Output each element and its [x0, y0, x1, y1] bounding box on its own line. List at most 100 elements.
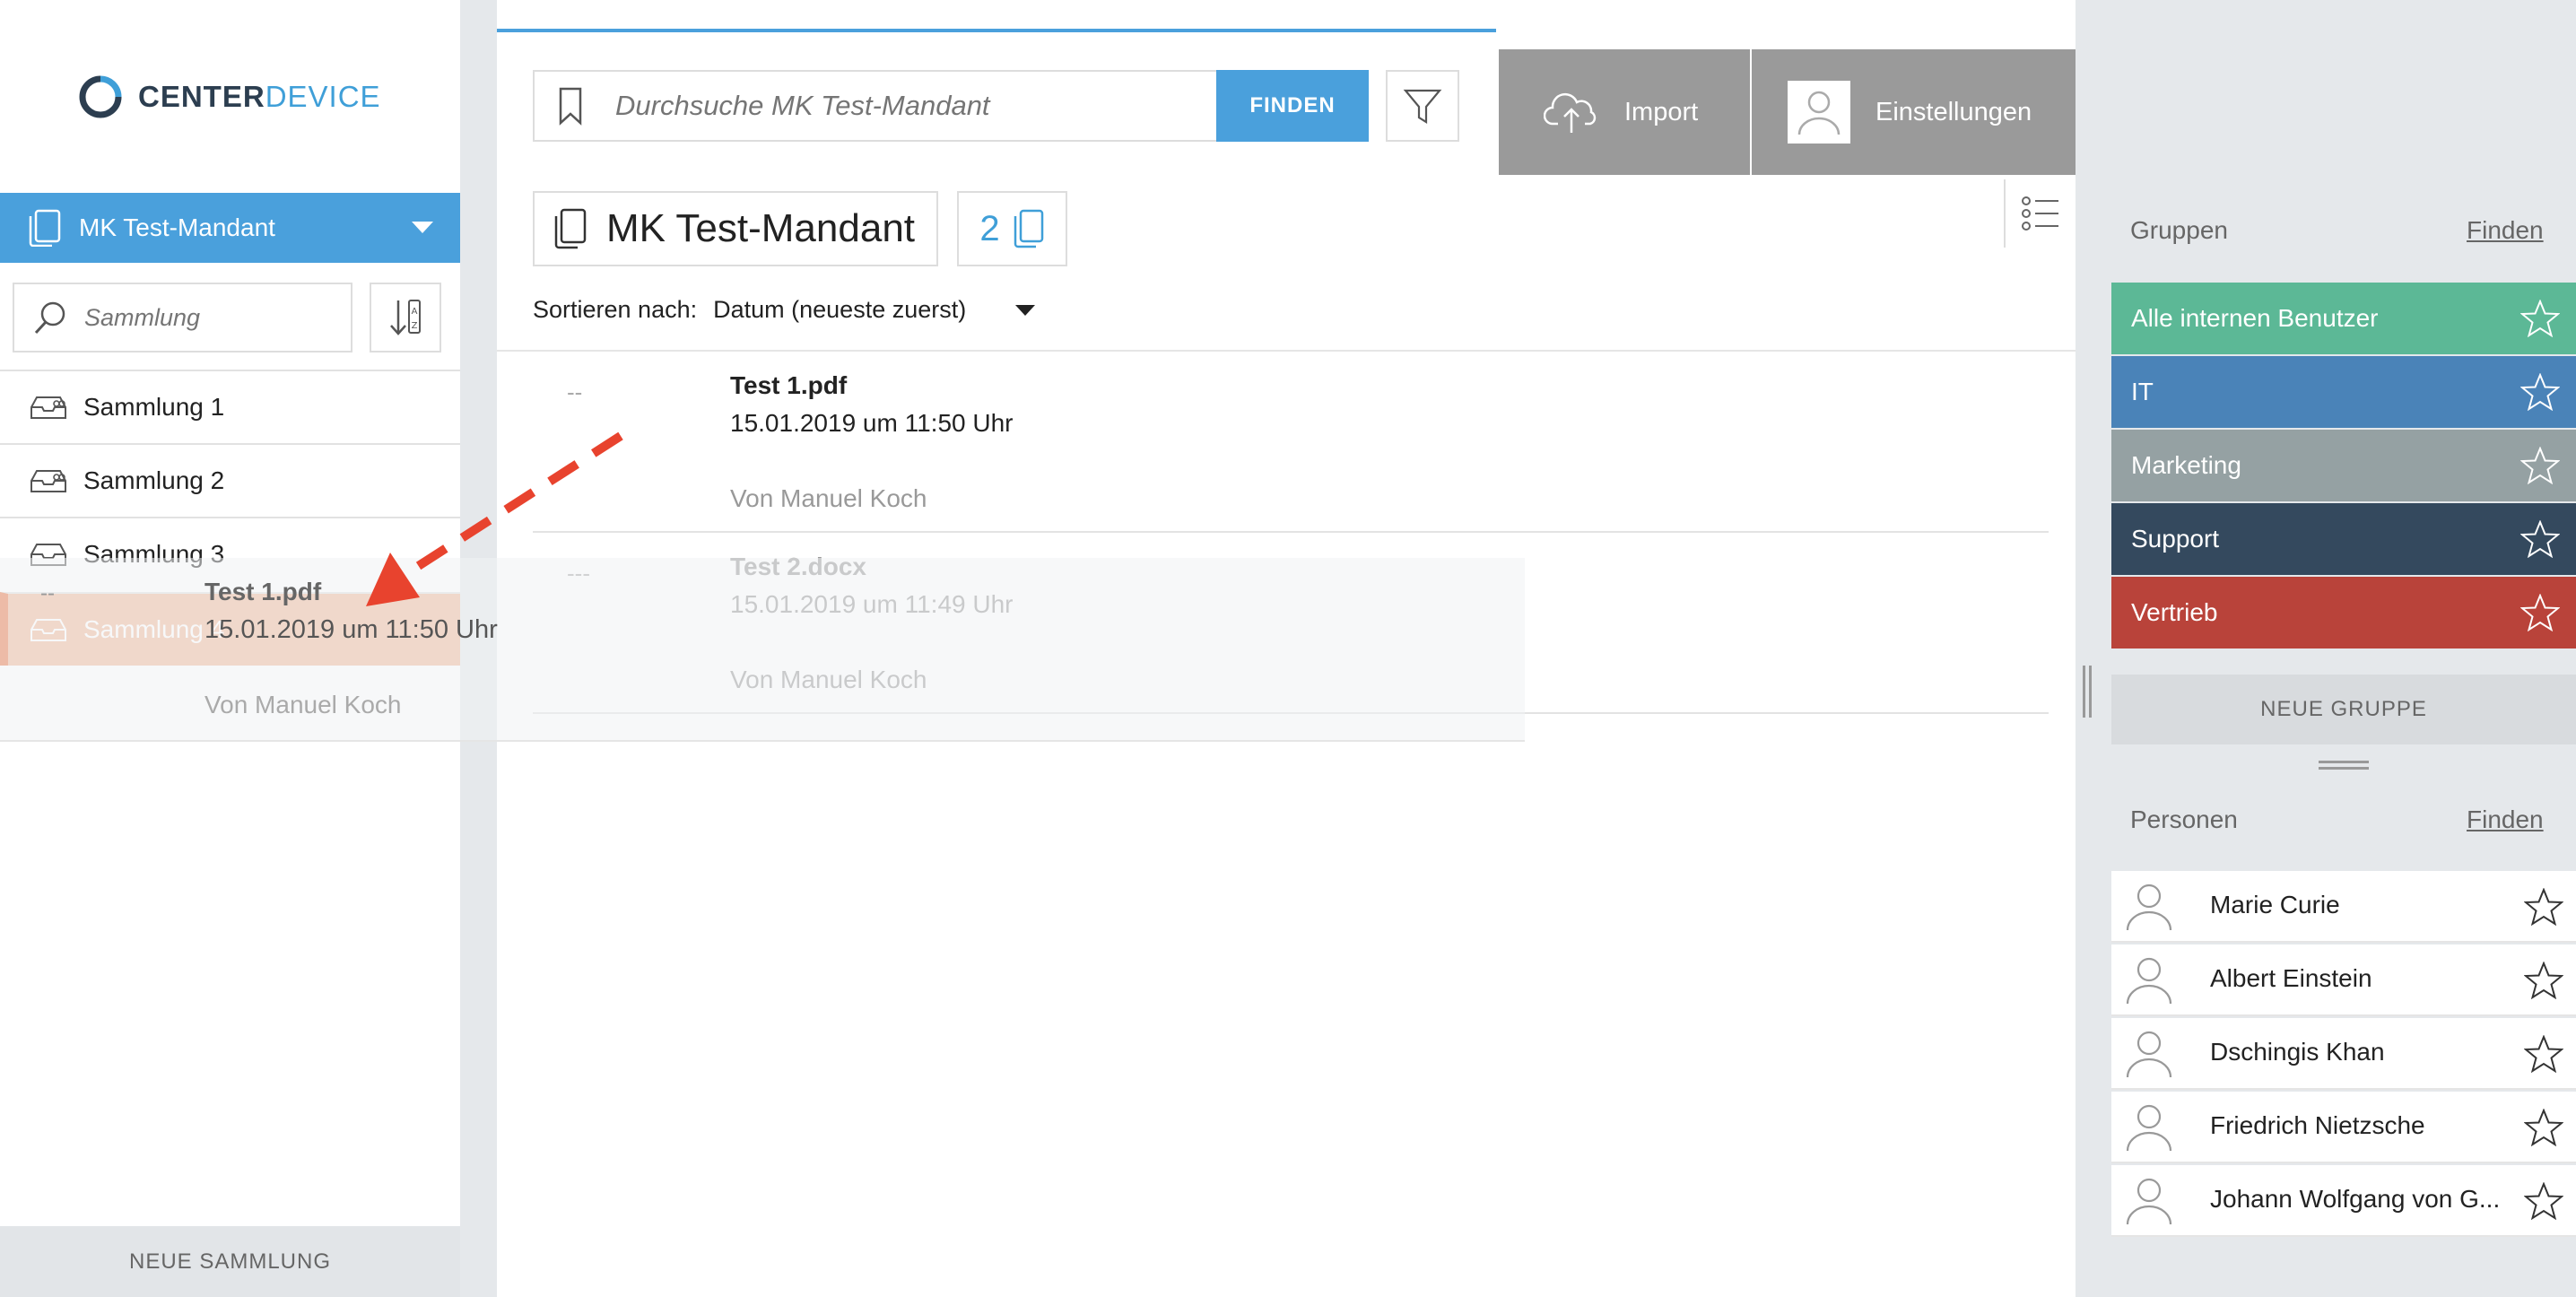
chevron-down-icon[interactable] [1015, 304, 1036, 316]
bookmark-icon[interactable] [557, 86, 584, 126]
svg-text:Z: Z [412, 321, 418, 331]
new-group-button[interactable]: NEUE GRUPPE [2111, 675, 2576, 744]
person-item[interactable]: Dschingis Khan [2111, 1018, 2576, 1090]
persons-title: Personen [2130, 805, 2238, 833]
collection-search-input[interactable] [84, 303, 335, 332]
user-icon [2126, 1178, 2172, 1225]
collection-label: Sammlung 1 [83, 393, 225, 421]
document-author: Von Manuel Koch [730, 484, 927, 512]
page-title-text: MK Test-Mandant [606, 206, 916, 250]
star-icon[interactable] [2520, 373, 2560, 411]
document-count-badge[interactable]: 2 [957, 191, 1067, 266]
divider [497, 350, 2076, 352]
page-title: MK Test-Mandant [533, 191, 938, 266]
settings-label: Einstellungen [1875, 97, 2032, 126]
mandant-selector[interactable]: MK Test-Mandant [0, 193, 460, 263]
search-icon [34, 301, 65, 335]
user-icon [2126, 1031, 2172, 1078]
inbox-icon [30, 619, 66, 641]
progress-strip [497, 29, 1496, 32]
group-item-support[interactable]: Support [2111, 503, 2576, 575]
person-item[interactable]: Friedrich Nietzsche [2111, 1092, 2576, 1163]
find-button[interactable]: FINDEN [1216, 70, 1369, 142]
shared-inbox-icon [30, 470, 66, 492]
star-icon[interactable] [2524, 1035, 2563, 1073]
groups-find-link[interactable]: Finden [2467, 216, 2544, 245]
inbox-icon [30, 544, 66, 566]
star-icon[interactable] [2520, 447, 2560, 484]
group-label: Alle internen Benutzer [2131, 304, 2379, 332]
person-name: Friedrich Nietzsche [2210, 1111, 2425, 1139]
documents-icon [554, 208, 587, 249]
star-icon[interactable] [2524, 1182, 2563, 1220]
shared-inbox-icon [30, 396, 66, 419]
document-date: 15.01.2019 um 11:49 Uhr [730, 590, 1014, 618]
document-search [533, 70, 1217, 142]
svg-text:A: A [412, 307, 418, 317]
view-toggle-button[interactable] [2004, 179, 2076, 248]
user-icon [2126, 1104, 2172, 1152]
persons-find-link[interactable]: Finden [2467, 805, 2544, 834]
document-author: Von Manuel Koch [730, 666, 927, 693]
filter-button[interactable] [1386, 70, 1459, 142]
cloud-upload-icon [1544, 92, 1597, 133]
drag-arrow-icon [366, 431, 623, 606]
document-row[interactable]: --- Test 2.docx 15.01.2019 um 11:49 Uhr … [533, 535, 2049, 714]
panel-resize-handle[interactable] [2083, 666, 2099, 718]
person-name: Dschingis Khan [2210, 1038, 2385, 1066]
sort-icon: A Z [390, 300, 421, 335]
mandant-name: MK Test-Mandant [79, 213, 275, 241]
group-label: Vertrieb [2131, 598, 2218, 626]
sort-toggle-button[interactable]: A Z [370, 283, 441, 353]
document-name[interactable]: Test 1.pdf [730, 371, 847, 400]
section-resize-handle[interactable] [2319, 761, 2369, 773]
group-label: Support [2131, 525, 2220, 553]
document-row[interactable]: -- Test 1.pdf 15.01.2019 um 11:50 Uhr Vo… [533, 353, 2049, 533]
centerdevice-logo[interactable]: CENTERDEVICE [77, 74, 381, 120]
group-item-marketing[interactable]: Marketing [2111, 430, 2576, 501]
group-item-alle-internen-benutzer[interactable]: Alle internen Benutzer [2111, 283, 2576, 354]
import-button[interactable]: Import [1499, 49, 1750, 175]
settings-button[interactable]: Einstellungen [1752, 49, 2076, 175]
import-label: Import [1624, 97, 1699, 126]
groups-title: Gruppen [2130, 216, 2228, 244]
sort-selector[interactable]: Sortieren nach: Datum (neueste zuerst) [533, 296, 1036, 324]
group-item-vertrieb[interactable]: Vertrieb [2111, 577, 2576, 648]
star-icon[interactable] [2524, 962, 2563, 999]
person-item[interactable]: Johann Wolfgang von G... [2111, 1165, 2576, 1237]
collection-search [13, 283, 352, 353]
logo-icon [79, 75, 122, 118]
new-collection-button[interactable]: NEUE SAMMLUNG [0, 1226, 460, 1297]
user-icon [2126, 884, 2172, 931]
person-item[interactable]: Albert Einstein [2111, 944, 2576, 1016]
person-name: Albert Einstein [2210, 964, 2372, 992]
document-search-input[interactable] [615, 90, 1171, 122]
document-date: 15.01.2019 um 11:50 Uhr [730, 409, 1014, 437]
documents-icon [1014, 209, 1043, 248]
star-icon[interactable] [2524, 888, 2563, 926]
group-label: Marketing [2131, 451, 2241, 479]
person-item[interactable]: Marie Curie [2111, 871, 2576, 943]
user-icon [2126, 957, 2172, 1005]
sort-label: Sortieren nach: [533, 296, 698, 323]
document-thumbnail: -- [567, 379, 583, 405]
star-icon[interactable] [2520, 300, 2560, 337]
chevron-down-icon[interactable] [412, 222, 433, 233]
group-item-it[interactable]: IT [2111, 356, 2576, 428]
collections-sidebar: CENTERDEVICE MK Test-Mandant A Z [0, 0, 460, 1297]
user-icon [1797, 91, 1841, 135]
collection-label: Sammlung 3 [83, 540, 225, 568]
avatar [1788, 81, 1850, 144]
document-name[interactable]: Test 2.docx [730, 553, 866, 581]
sort-value: Datum (neueste zuerst) [713, 296, 967, 323]
logo-text: CENTERDEVICE [138, 80, 381, 113]
filter-icon [1403, 89, 1442, 124]
person-name: Johann Wolfgang von G... [2210, 1185, 2501, 1213]
list-view-icon [2022, 196, 2058, 231]
star-icon[interactable] [2520, 520, 2560, 558]
person-name: Marie Curie [2210, 891, 2340, 918]
star-icon[interactable] [2524, 1109, 2563, 1146]
star-icon[interactable] [2520, 594, 2560, 631]
group-label: IT [2131, 378, 2154, 405]
documents-icon [29, 209, 61, 247]
